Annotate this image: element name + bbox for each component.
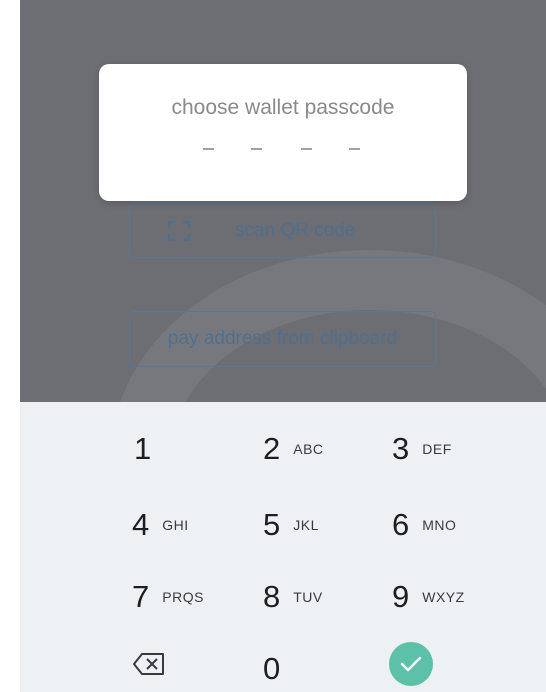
key-7[interactable]: 7 PRQS bbox=[132, 572, 204, 622]
key-1[interactable]: 1 bbox=[134, 424, 151, 474]
key-digit: 3 bbox=[392, 431, 410, 466]
key-letters: JKL bbox=[293, 517, 319, 533]
key-letters: GHI bbox=[162, 517, 189, 533]
backspace-icon[interactable] bbox=[132, 652, 166, 676]
key-2[interactable]: 2 ABC bbox=[263, 424, 324, 474]
key-letters: DEF bbox=[422, 441, 452, 457]
key-letters: TUV bbox=[293, 589, 323, 605]
key-letters: ABC bbox=[293, 441, 324, 457]
key-8[interactable]: 8 TUV bbox=[263, 572, 323, 622]
key-digit: 8 bbox=[263, 579, 281, 614]
numeric-keypad: 1 2 ABC 3 DEF 4 GHI 5 JKL 6 MNO 7 PRQS 8… bbox=[20, 402, 546, 692]
scan-qr-label: scan QR code bbox=[235, 220, 356, 241]
key-digit: 2 bbox=[263, 431, 281, 466]
key-letters: WXYZ bbox=[422, 589, 465, 605]
passcode-dot-4 bbox=[349, 148, 360, 150]
passcode-dot-1 bbox=[203, 148, 214, 150]
key-digit: 6 bbox=[392, 507, 410, 542]
passcode-dot-3 bbox=[301, 148, 312, 150]
pay-from-clipboard-label: pay address from clipboard bbox=[167, 328, 398, 349]
passcode-dot-2 bbox=[251, 148, 262, 150]
qr-scan-icon bbox=[168, 221, 190, 241]
key-digit: 5 bbox=[263, 507, 281, 542]
key-0[interactable]: 0 bbox=[263, 644, 280, 692]
key-digit: 0 bbox=[263, 651, 281, 686]
key-6[interactable]: 6 MNO bbox=[392, 500, 456, 550]
key-letters: MNO bbox=[422, 517, 457, 533]
pay-from-clipboard-button[interactable]: pay address from clipboard bbox=[129, 311, 436, 367]
key-9[interactable]: 9 WXYZ bbox=[392, 572, 465, 622]
wallet-background: scan QR code pay address from clipboard bbox=[20, 0, 546, 402]
passcode-dialog: choose wallet passcode bbox=[99, 64, 467, 201]
key-digit: 7 bbox=[132, 579, 150, 614]
scan-qr-button[interactable]: scan QR code bbox=[129, 202, 436, 258]
confirm-button[interactable] bbox=[389, 642, 433, 686]
screen: scan QR code pay address from clipboard … bbox=[20, 0, 546, 692]
key-5[interactable]: 5 JKL bbox=[263, 500, 319, 550]
key-4[interactable]: 4 GHI bbox=[132, 500, 189, 550]
key-letters: PRQS bbox=[162, 589, 204, 605]
checkmark-icon bbox=[400, 656, 422, 672]
key-digit: 4 bbox=[132, 507, 150, 542]
dialog-title: choose wallet passcode bbox=[171, 96, 395, 119]
key-digit: 9 bbox=[392, 579, 410, 614]
key-digit: 1 bbox=[134, 431, 152, 466]
key-3[interactable]: 3 DEF bbox=[392, 424, 452, 474]
